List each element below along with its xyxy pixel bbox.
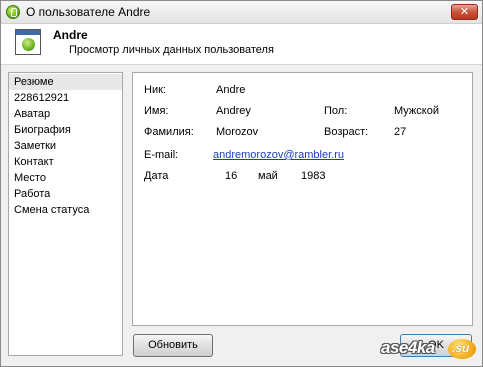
- sidebar-item-biography[interactable]: Биография: [9, 122, 122, 138]
- birth-day: 16: [225, 170, 238, 182]
- nick-value: Andre: [216, 84, 246, 96]
- watermark-logo: ase4ka .su: [379, 337, 479, 361]
- app-icon: [6, 5, 20, 19]
- refresh-button[interactable]: Обновить: [133, 334, 213, 357]
- sidebar-item-contact[interactable]: Контакт: [9, 154, 122, 170]
- title-bar[interactable]: О пользователе Andre ✕: [1, 1, 482, 24]
- watermark-text: ase4ka: [381, 338, 435, 357]
- age-value: 27: [394, 126, 407, 138]
- name-value: Andrey: [216, 105, 251, 117]
- header-name: Andre: [53, 28, 88, 42]
- age-label: Возраст:: [324, 126, 369, 138]
- user-info-window: О пользователе Andre ✕ Andre Просмотр ли…: [0, 0, 483, 367]
- birth-date-label: Дата: [144, 170, 169, 182]
- sidebar-item-work[interactable]: Работа: [9, 186, 122, 202]
- email-link[interactable]: andremorozov@rambler.ru: [213, 149, 344, 161]
- sidebar-item-location[interactable]: Место: [9, 170, 122, 186]
- sidebar: Резюме 228612921 Аватар Биография Заметк…: [8, 72, 123, 356]
- email-label: E-mail:: [144, 149, 179, 161]
- gender-label: Пол:: [324, 105, 348, 117]
- sidebar-item-status-change[interactable]: Смена статуса: [9, 202, 122, 218]
- sidebar-item-notes[interactable]: Заметки: [9, 138, 122, 154]
- sidebar-item-resume[interactable]: Резюме: [9, 74, 122, 90]
- sidebar-item-uin[interactable]: 228612921: [9, 90, 122, 106]
- nick-label: Ник:: [144, 84, 166, 96]
- name-label: Имя:: [144, 105, 169, 117]
- resume-panel: Ник: Andre Имя: Andrey Пол: Мужской Фами…: [132, 72, 473, 326]
- surname-label: Фамилия:: [144, 126, 194, 138]
- gender-value: Мужской: [394, 105, 439, 117]
- header-subtitle: Просмотр личных данных пользователя: [69, 44, 274, 56]
- watermark-badge: .su: [448, 339, 476, 359]
- close-button[interactable]: ✕: [451, 4, 478, 20]
- birth-month: май: [258, 170, 278, 182]
- header: Andre Просмотр личных данных пользовател…: [1, 24, 482, 65]
- user-window-icon: [15, 29, 41, 55]
- sidebar-item-avatar[interactable]: Аватар: [9, 106, 122, 122]
- window-title: О пользователе Andre: [26, 5, 151, 19]
- surname-value: Morozov: [216, 126, 259, 138]
- birth-year: 1983: [301, 170, 326, 182]
